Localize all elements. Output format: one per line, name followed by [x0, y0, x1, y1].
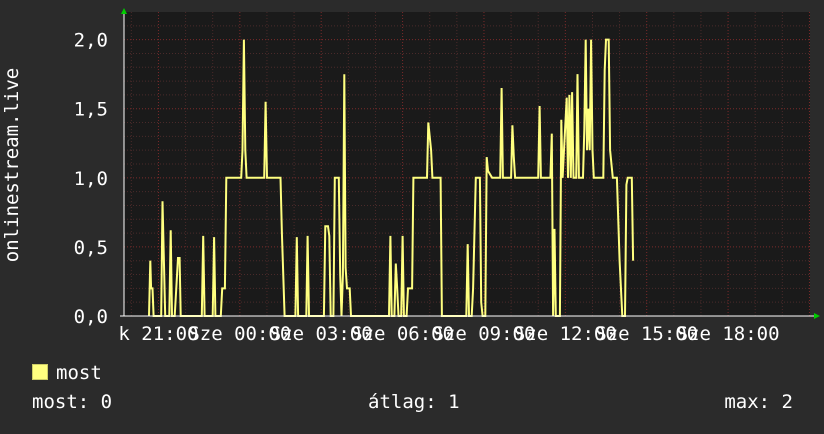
x-tick-label: k 21:00 [118, 323, 198, 345]
stat-average: átlag: 1 [368, 391, 460, 413]
stat-max: max: 2 [724, 391, 793, 413]
y-tick-label: 2,0 [74, 30, 108, 52]
y-axis-arrow [121, 8, 127, 14]
x-axis-arrow [814, 313, 820, 319]
legend-swatch-most [32, 364, 48, 380]
legend: most [32, 362, 102, 384]
y-tick-labels: 0,0 0,5 1,0 1,5 2,0 [74, 30, 108, 328]
y-tick-label: 0,0 [74, 306, 108, 328]
x-tick-labels: k 21:00Sze 00:00Sze 03:00Sze 06:00Sze 09… [118, 323, 779, 345]
y-axis-label: onlinestream.live [1, 67, 23, 263]
stat-current: most: 0 [32, 391, 113, 413]
y-tick-label: 0,5 [74, 237, 108, 259]
legend-label-most: most [56, 362, 102, 384]
chart-container: k 21:00 Sze 00:00 Sze 03:00 Sze 06:00 Sze 09… [0, 0, 824, 430]
y-tick-label: 1,0 [74, 168, 108, 190]
y-tick-label: 1,5 [74, 99, 108, 121]
chart-svg: k 21:00Sze 00:00Sze 03:00Sze 06:00Sze 09… [74, 8, 820, 345]
x-tick-label: Sze 18:00 [677, 323, 780, 345]
